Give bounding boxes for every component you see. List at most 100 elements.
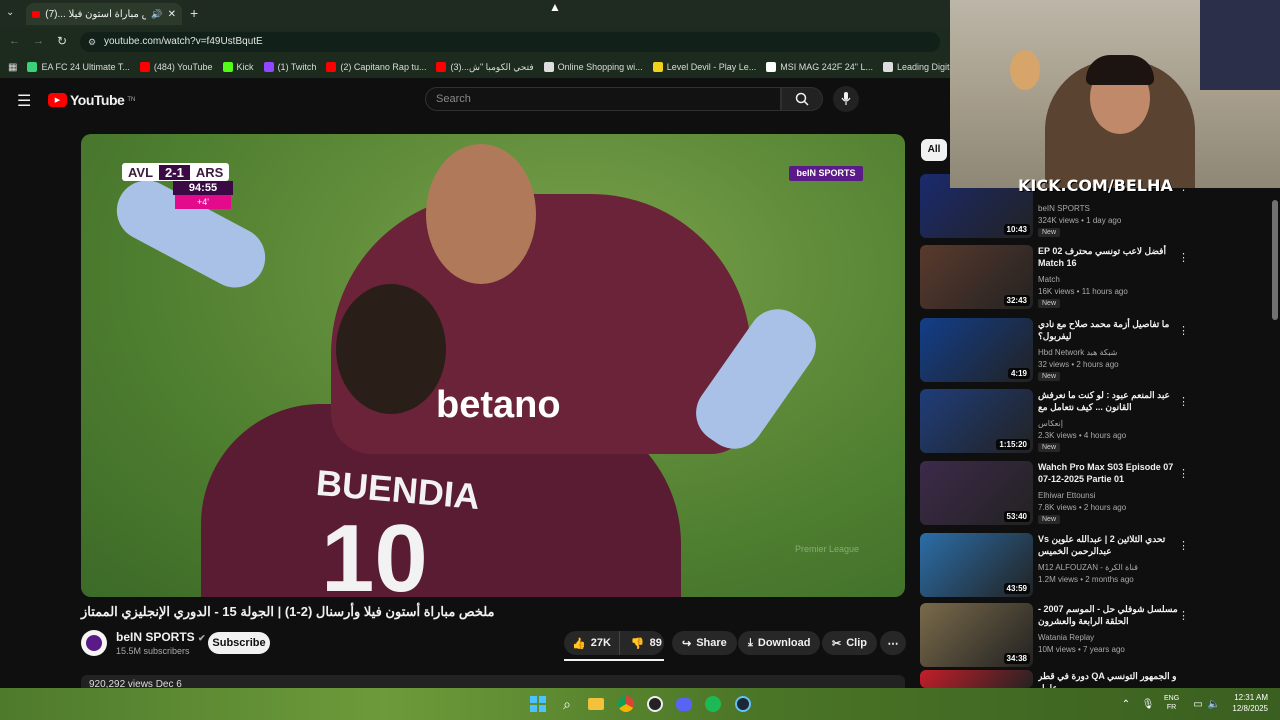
search-input[interactable]: Search	[425, 87, 781, 111]
subscribe-button[interactable]: Subscribe	[208, 632, 270, 654]
search-icon	[795, 92, 809, 106]
start-button-icon[interactable]	[528, 694, 548, 714]
bookmark-label: Leading Digital Stor...	[896, 62, 950, 72]
recommended-channel[interactable]: Elhiwar Ettounsi	[1038, 491, 1095, 500]
back-arrow-icon[interactable]: ←	[9, 35, 20, 47]
steam-icon[interactable]	[733, 694, 753, 714]
score-value: 2-1	[159, 164, 190, 180]
clip-button[interactable]: ✂ Clip	[822, 631, 877, 655]
hamburger-menu-icon[interactable]: ☰	[17, 91, 31, 111]
video-thumbnail[interactable]: 43:59	[920, 533, 1033, 597]
bookmark-favicon-icon	[882, 62, 893, 72]
more-vertical-icon[interactable]: ⋮	[1178, 251, 1189, 264]
forward-arrow-icon[interactable]: →	[33, 35, 44, 47]
recommended-video[interactable]: 53:40 Wahch Pro Max S03 Episode 07 07-12-…	[920, 461, 1190, 525]
filter-chip-all[interactable]: All	[921, 139, 947, 161]
more-vertical-icon[interactable]: ⋮	[1178, 609, 1189, 622]
channel-name[interactable]: beIN SPORTS ✔	[116, 630, 206, 644]
spotify-icon[interactable]	[703, 694, 723, 714]
recommended-channel[interactable]: M12 ALFOUZAN - قناة الكرة	[1038, 563, 1138, 572]
recommended-video[interactable]: 1:15:20 عبد المنعم عبود : لو كنت ما نعرفش…	[920, 389, 1190, 453]
youtube-logo-text: YouTube	[70, 92, 125, 108]
volume-icon[interactable]: 🔈	[1204, 694, 1224, 714]
bookmark-item[interactable]: Kick	[222, 62, 254, 72]
more-vertical-icon[interactable]: ⋮	[1178, 467, 1189, 480]
tab-close-icon[interactable]: ✕	[168, 9, 176, 20]
like-button[interactable]: 👍 27K	[564, 631, 620, 655]
webcam-wall-poster	[1200, 0, 1280, 90]
apps-grid-icon[interactable]: ▦	[8, 62, 17, 73]
discord-icon[interactable]	[674, 694, 694, 714]
share-button[interactable]: ↪ Share	[672, 631, 737, 655]
description-box[interactable]: 920,292 views Dec 6	[81, 675, 905, 689]
bookmark-item[interactable]: Level Devil - Play Le...	[652, 62, 756, 72]
video-thumbnail[interactable]: 32:43	[920, 245, 1033, 309]
bookmark-item[interactable]: فتحي الكومبا "ش...(3)	[436, 62, 534, 73]
tray-microphone-icon[interactable]: 🎙	[1138, 694, 1158, 714]
video-thumbnail[interactable]: 1:15:20	[920, 389, 1033, 453]
bookmark-item[interactable]: Online Shopping wi...	[543, 62, 643, 72]
thumbs-up-icon: 👍	[572, 637, 586, 650]
recommended-title[interactable]: Vs تحدي الثلاثين 2 | عبدالله علوين عبدال…	[1038, 533, 1178, 557]
dislike-button[interactable]: 👎 89	[625, 631, 668, 655]
bookmark-item[interactable]: (484) YouTube	[139, 62, 213, 72]
obs-icon[interactable]	[645, 694, 665, 714]
bookmark-item[interactable]: MSI MAG 242F 24" L...	[766, 62, 873, 72]
page-scrollbar-thumb[interactable]	[1272, 200, 1278, 320]
more-actions-button[interactable]: ⋯	[880, 631, 906, 655]
recommended-channel[interactable]: Match	[1038, 275, 1060, 284]
video-thumbnail[interactable]	[920, 670, 1033, 688]
bookmark-item[interactable]: (2) Capitano Rap tu...	[326, 62, 426, 72]
recommended-channel[interactable]: إنعكاس	[1038, 419, 1063, 428]
bookmark-favicon-icon	[27, 62, 38, 72]
recommended-channel[interactable]: beIN SPORTS	[1038, 204, 1090, 213]
recommended-title[interactable]: مسلسل شوفلي حل - الموسم 2007 - الحلقة ال…	[1038, 603, 1178, 627]
browser-tab-active[interactable]: ملخص مباراة أستون فيلا ...(7) 🔊 ✕	[26, 3, 182, 25]
system-clock[interactable]: 12:31 AM 12/8/2025	[1222, 692, 1268, 714]
reload-icon[interactable]: ↻	[57, 34, 67, 48]
address-bar-input[interactable]: ⚙ youtube.com/watch?v=f49UstBqutE	[80, 32, 940, 52]
video-thumbnail[interactable]: 53:40	[920, 461, 1033, 525]
bookmark-favicon-icon	[222, 62, 233, 72]
taskbar-search-icon[interactable]: ⌕	[557, 694, 577, 714]
recommended-title[interactable]: EP 02 أفضل لاعب تونسي محترف Match 16	[1038, 245, 1178, 269]
recommended-title[interactable]: ما تفاصيل أزمة محمد صلاح مع نادي ليفربول…	[1038, 318, 1178, 342]
video-duration: 34:38	[1003, 653, 1030, 664]
more-vertical-icon[interactable]: ⋮	[1178, 324, 1189, 337]
recommended-video[interactable]: 4:19 ما تفاصيل أزمة محمد صلاح مع نادي ليف…	[920, 318, 1190, 382]
tab-audio-icon[interactable]: 🔊	[151, 9, 162, 20]
video-thumbnail[interactable]: 34:38	[920, 603, 1033, 667]
new-badge: New	[1038, 443, 1061, 452]
tab-list-chevron-icon[interactable]: ⌄	[6, 7, 14, 18]
search-button[interactable]	[781, 87, 823, 111]
bookmark-label: (2) Capitano Rap tu...	[340, 62, 427, 72]
youtube-logo[interactable]: ▶ YouTube TN	[48, 92, 135, 108]
more-vertical-icon[interactable]: ⋮	[1178, 395, 1189, 408]
bookmark-item[interactable]: Leading Digital Stor...	[882, 62, 950, 72]
channel-name-text: beIN SPORTS	[116, 630, 195, 644]
language-indicator[interactable]: ENG FR	[1164, 694, 1179, 712]
more-vertical-icon[interactable]: ⋮	[1178, 539, 1189, 552]
bookmark-item[interactable]: (1) Twitch	[263, 62, 316, 72]
webcam-guitar	[1010, 50, 1040, 90]
video-thumbnail[interactable]: 4:19	[920, 318, 1033, 382]
download-label: Download	[757, 637, 811, 649]
recommended-channel[interactable]: Hbd Network شبكة هبد	[1038, 348, 1117, 357]
voice-search-button[interactable]	[833, 86, 859, 112]
recommended-video[interactable]: 32:43 EP 02 أفضل لاعب تونسي محترف Match 1…	[920, 245, 1190, 309]
new-tab-button[interactable]: +	[190, 5, 198, 21]
chrome-icon[interactable]	[616, 694, 636, 714]
channel-avatar[interactable]	[81, 630, 107, 656]
download-button[interactable]: ⤓ Download	[738, 631, 821, 655]
recommended-video[interactable]: 34:38 مسلسل شوفلي حل - الموسم 2007 - الحل…	[920, 603, 1190, 667]
recommended-video[interactable]: 43:59 Vs تحدي الثلاثين 2 | عبدالله علوين …	[920, 533, 1190, 597]
site-info-icon[interactable]: ⚙	[88, 32, 96, 52]
bookmark-label: Kick	[236, 62, 254, 72]
recommended-title[interactable]: عبد المنعم عبود : لو كنت ما نعرفش القانو…	[1038, 389, 1178, 413]
recommended-video[interactable]: دورة في قطر QA و الجمهور التونسي عامل	[920, 670, 1190, 693]
recommended-title[interactable]: Wahch Pro Max S03 Episode 07 07-12-2025 …	[1038, 461, 1178, 485]
bookmark-item[interactable]: EA FC 24 Ultimate T...	[27, 62, 130, 72]
recommended-channel[interactable]: Watania Replay	[1038, 633, 1094, 642]
tray-chevron-icon[interactable]: ⌃	[1116, 694, 1136, 714]
file-explorer-icon[interactable]	[586, 694, 606, 714]
